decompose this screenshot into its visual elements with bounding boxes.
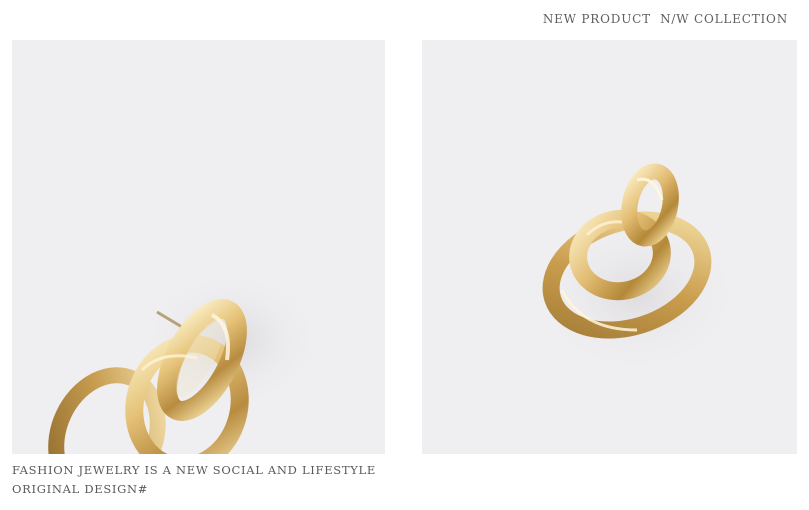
- product-photo-front: [422, 40, 797, 454]
- gold-earring-front-image: [532, 163, 742, 375]
- caption-line-2: ORIGINAL DESIGN#: [12, 482, 149, 496]
- caption-line-1: FASHION JEWELRY IS A NEW SOCIAL AND LIFE…: [12, 463, 376, 477]
- collection-tag: NEW PRODUCT N/W COLLECTION: [542, 12, 788, 26]
- product-photo-closeup: [12, 40, 385, 454]
- gold-earring-closeup-image: [48, 270, 322, 454]
- product-caption: FASHION JEWELRY IS A NEW SOCIAL AND LIFE…: [12, 461, 402, 499]
